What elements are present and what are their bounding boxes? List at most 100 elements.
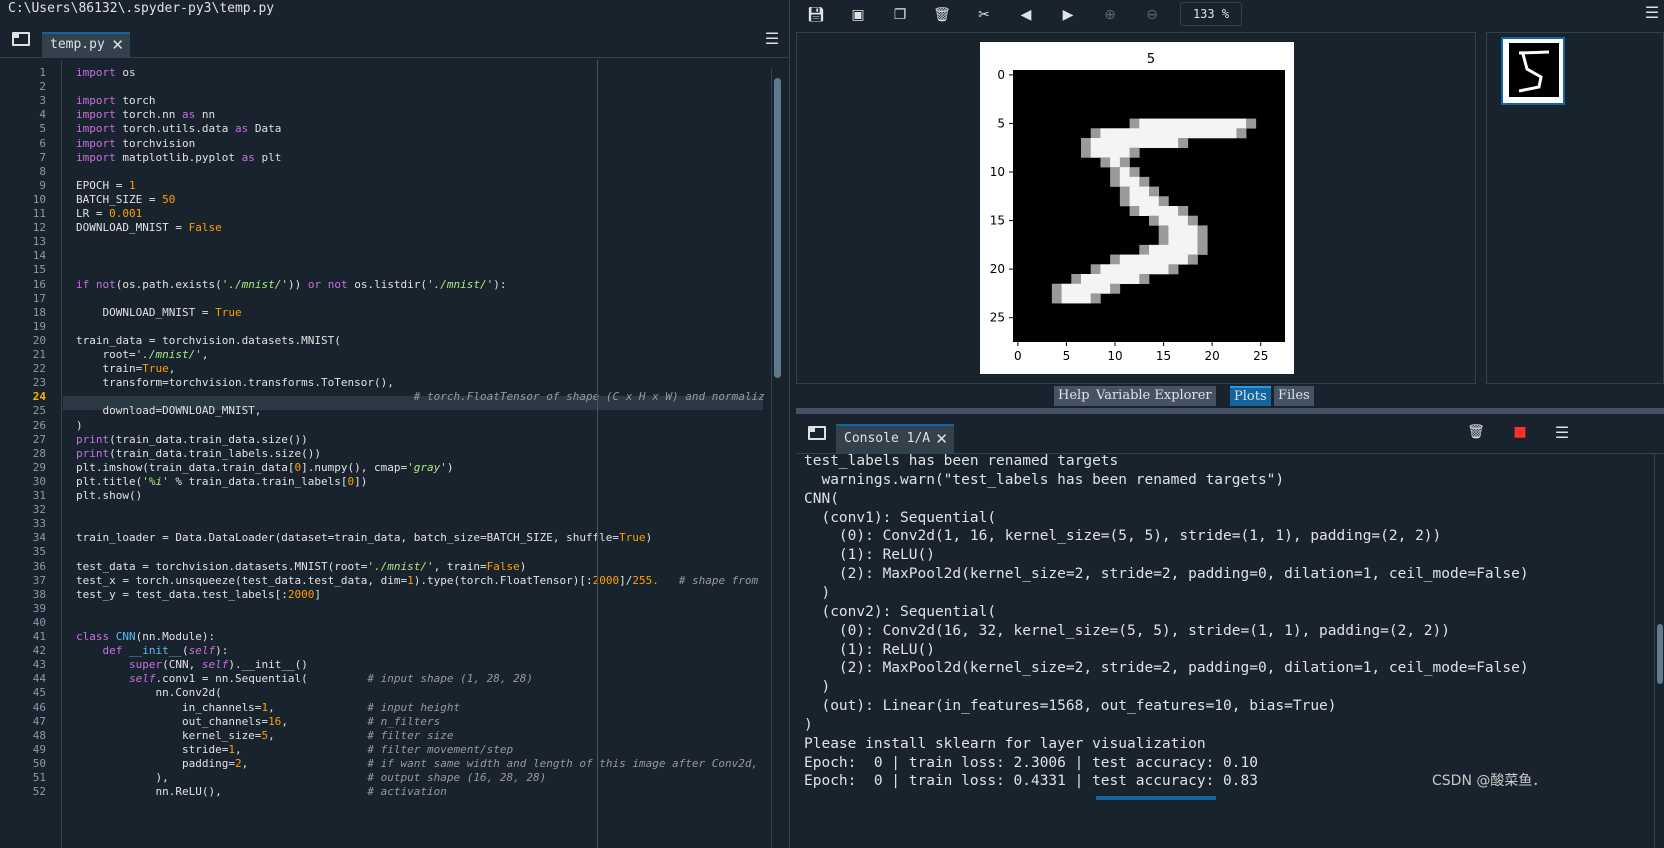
next-arrow-icon[interactable]: ▶: [1058, 5, 1078, 25]
scrollbar-thumb[interactable]: [1657, 624, 1663, 684]
hamburger-menu-icon[interactable]: ☰: [1552, 424, 1572, 444]
line-number: 17: [32, 292, 46, 305]
code-token: # input shape (1, 28, 28): [367, 672, 533, 685]
code-token: 2000: [287, 588, 315, 601]
delete-icon[interactable]: 🗑︎: [932, 5, 952, 25]
console-line: (1): ReLU(): [804, 641, 935, 658]
line-number: 45: [32, 686, 46, 699]
zoom-in-icon[interactable]: ⊕: [1100, 5, 1120, 25]
close-icon[interactable]: ✕: [111, 34, 124, 56]
code-token: train_data = torchvision.datasets.MNIST(: [76, 334, 341, 347]
x-tick-label: 20: [1205, 349, 1220, 363]
code-line: import torch.utils.data as Data: [76, 122, 281, 136]
code-token: import: [76, 66, 116, 79]
tab-files[interactable]: Files: [1274, 386, 1314, 406]
tab-temp-py[interactable]: temp.py ✕: [42, 32, 130, 58]
hamburger-menu-icon[interactable]: ☰: [762, 30, 782, 50]
digit-pixel: [1217, 118, 1228, 129]
line-number: 26: [32, 419, 46, 432]
previous-arrow-icon[interactable]: ◀: [1016, 5, 1036, 25]
x-tick-label: 5: [1063, 349, 1071, 363]
tab-help[interactable]: Help: [1054, 386, 1094, 406]
digit-pixel: [1139, 118, 1150, 129]
code-token: ,: [281, 715, 368, 728]
digit-pixel: [1129, 254, 1140, 265]
tab-variable-explorer[interactable]: Variable Explorer: [1092, 386, 1216, 406]
digit-pixel: [1197, 128, 1208, 139]
code-token: % train_data.train_labels[: [168, 475, 348, 488]
line-number: 21: [32, 348, 46, 361]
save-all-icon[interactable]: ▣: [848, 5, 868, 25]
zoom-field[interactable]: 133 %: [1180, 2, 1242, 26]
digit-pixel: [1178, 138, 1189, 149]
stop-icon[interactable]: ■: [1510, 422, 1530, 442]
code-token: .conv1 = nn.Sequential(: [155, 672, 368, 685]
code-line: print(train_data.train_labels.size()): [76, 447, 321, 461]
digit-pixel: [1081, 283, 1092, 294]
code-token: self: [128, 672, 156, 685]
digit-pixel: [1158, 264, 1169, 275]
code-token: plt.title(: [76, 475, 143, 488]
code-token: # if want same width and length of this …: [367, 757, 759, 770]
code-token: import: [76, 122, 116, 135]
code-token: (os.path.exists(: [115, 278, 222, 291]
code-token: stride=: [76, 743, 229, 756]
console-scrollbar[interactable]: [1654, 454, 1664, 848]
save-icon[interactable]: 💾︎: [806, 5, 826, 25]
digit-pixel: [1119, 138, 1130, 149]
digit-pixel: [1090, 283, 1101, 294]
console-line: Please install sklearn for layer visuali…: [804, 735, 1206, 752]
line-number: 48: [32, 729, 46, 742]
code-line: in_channels=1, # input height: [76, 701, 460, 715]
hamburger-menu-icon[interactable]: ☰: [1642, 4, 1662, 24]
line-number: 27: [32, 433, 46, 446]
plot-viewer: 5 0 5 10 15 20 25 0 5 10 15 20 25: [796, 32, 1476, 384]
trash-icon[interactable]: 🗑︎: [1466, 422, 1486, 442]
code-token: '%i': [142, 475, 169, 488]
scrollbar-thumb[interactable]: [774, 78, 781, 378]
digit-pixel: [1100, 264, 1111, 275]
close-icon[interactable]: ✕: [935, 426, 948, 452]
editor-file-path: C:\Users\86132\.spyder-py3\temp.py: [0, 0, 789, 20]
digit-pixel: [1158, 235, 1169, 246]
code-line: if not(os.path.exists('./mnist/')) or no…: [76, 278, 507, 292]
code-token: Data: [248, 122, 282, 135]
y-axis-ticks: 0 5 10 15 20 25: [990, 68, 1013, 325]
tab-plots[interactable]: Plots: [1230, 386, 1271, 406]
code-token: class: [76, 630, 110, 643]
digit-pixel: [1081, 293, 1092, 304]
copy-icon[interactable]: ❐: [890, 5, 910, 25]
line-number: 4: [39, 108, 46, 121]
line-number: 41: [32, 630, 46, 643]
console-line: (1): ReLU(): [804, 547, 935, 564]
digit-pixel: [1168, 128, 1179, 139]
digit-pixel: [1129, 167, 1140, 178]
line-number: 49: [32, 743, 46, 756]
digit-pixel: [1119, 264, 1130, 275]
digit-pixel: [1090, 128, 1101, 139]
code-token: # input height: [367, 701, 461, 714]
editor-tab-bar: temp.py ✕ ☰: [0, 22, 789, 58]
tab-console-1a[interactable]: Console 1/A ✕: [836, 424, 954, 454]
code-token: plt.show(): [76, 489, 143, 502]
code-token: ]): [354, 475, 368, 488]
browse-tabs-icon[interactable]: [808, 426, 826, 440]
browse-tabs-icon[interactable]: [12, 32, 30, 46]
code-token: as: [241, 151, 255, 164]
code-line: plt.show(): [76, 489, 142, 503]
console-line: Epoch: 0 | train loss: 0.4331 | test acc…: [804, 773, 1258, 790]
editor-scrollbar[interactable]: [771, 68, 783, 848]
code-token: # activation: [367, 785, 447, 798]
delete-all-icon[interactable]: ✂: [974, 5, 994, 25]
plot-thumbnail[interactable]: [1501, 37, 1565, 105]
digit-pixel: [1100, 157, 1111, 168]
console-tab-bar: Console 1/A ✕ 🗑︎ ■ ☰: [796, 414, 1664, 454]
zoom-out-icon[interactable]: ⊖: [1142, 5, 1162, 25]
code-token: False: [188, 221, 222, 234]
line-number: 30: [32, 475, 46, 488]
digit-pixel: [1158, 138, 1169, 149]
line-number: 35: [32, 545, 46, 558]
digit-pixel: [1197, 244, 1208, 255]
code-editor[interactable]: 1 2 3 4 5 6 7 8 9 10 11 12 13 14 15 16 17 18 19 20 21 22 23 24 2…: [0, 60, 789, 848]
code-token: print: [76, 433, 110, 446]
